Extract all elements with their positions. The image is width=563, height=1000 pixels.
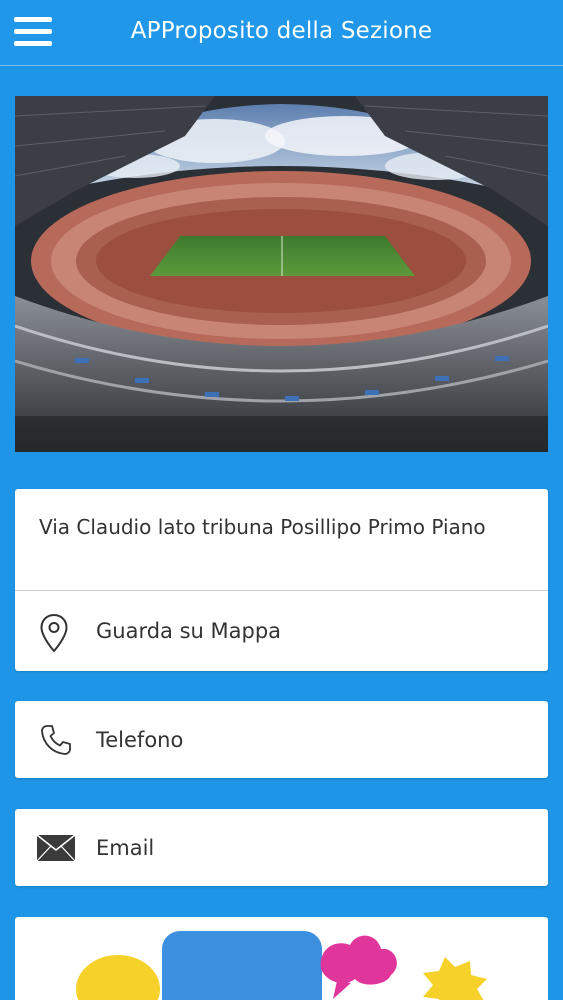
address-text: Via Claudio lato tribuna Posillipo Primo… [39, 515, 486, 539]
map-pin-icon [40, 613, 68, 653]
envelope-icon [37, 835, 75, 861]
phone-label: Telefono [96, 728, 184, 752]
page-title: APProposito della Sezione [130, 18, 433, 44]
stadium-illustration [15, 96, 548, 452]
email-card[interactable]: Email [15, 809, 548, 886]
email-label: Email [96, 836, 155, 860]
stadium-photo [15, 96, 548, 452]
location-card: Via Claudio lato tribuna Posillipo Primo… [15, 489, 548, 671]
phone-card[interactable]: Telefono [15, 701, 548, 778]
map-row[interactable]: Guarda su Mappa [15, 591, 548, 671]
chat-bubbles-illustration [76, 931, 487, 1000]
promo-card [15, 917, 548, 1000]
phone-icon [41, 725, 71, 755]
map-label: Guarda su Mappa [96, 619, 282, 643]
top-bar: APProposito della Sezione [0, 0, 563, 66]
